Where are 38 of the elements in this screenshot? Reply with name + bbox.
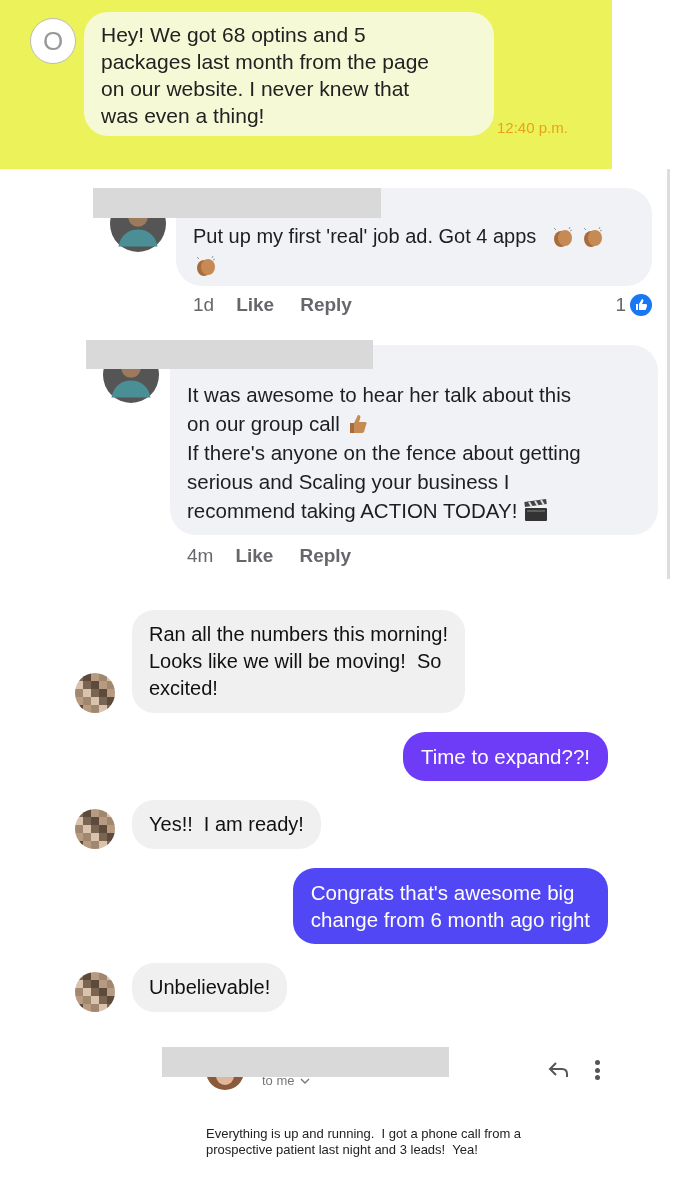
avatar [75,809,115,849]
email-body: prospective patient last night and 3 leads! Yea! [206,1142,479,1158]
comment-text: Put up my first 'real' job ad. Got 4 apps [193,224,537,249]
contact-avatar: O [30,18,76,64]
reply-link[interactable]: Reply [299,545,352,567]
message-text: Looks like we will be moving! So [149,649,443,674]
message-text: on our website. I never knew that [101,76,411,102]
avatar [75,972,115,1012]
comment-text: serious and Scaling your business I [187,469,510,495]
recipient-label: to me [262,1074,295,1088]
message-time: 12:40 p.m. [497,118,568,138]
more-options-button[interactable] [594,1060,600,1080]
message-text: Ran all the numbers this morning! [149,622,449,647]
comment-text: on our group call [187,411,340,437]
comment-age: 1d [193,294,215,316]
message-text: Time to expand??! [420,744,590,770]
like-reaction-icon [630,294,652,316]
message-text: was even a thing! [101,103,266,129]
comment-text: It was awesome to hear her talk about this [187,382,571,408]
message-text: Yes!! I am ready! [149,812,304,837]
chevron-down-icon [299,1077,310,1085]
comment-text: recommend taking ACTION TODAY! [187,498,518,524]
message-text: change from 6 month ago right [310,907,590,933]
message-text: Unbelievable! [149,975,271,1000]
comment-age: 4m [187,545,214,567]
like-link[interactable]: Like [235,545,274,567]
message-text: Congrats that's awesome big [310,880,576,906]
clapperboard-icon [523,498,550,523]
reply-link[interactable]: Reply [300,294,352,316]
reply-button[interactable] [548,1061,570,1079]
email-body: Everything is up and running. I got a phone call from a [206,1126,523,1142]
like-link[interactable]: Like [236,294,275,316]
avatar [75,673,115,713]
message-text: excited! [149,676,219,701]
reaction-count: 1 [615,294,626,316]
message-text: Hey! We got 68 optins and 5 [101,22,367,48]
message-text: packages last month from the page [101,49,431,75]
comment-text: If there's anyone on the fence about getting [187,440,581,466]
